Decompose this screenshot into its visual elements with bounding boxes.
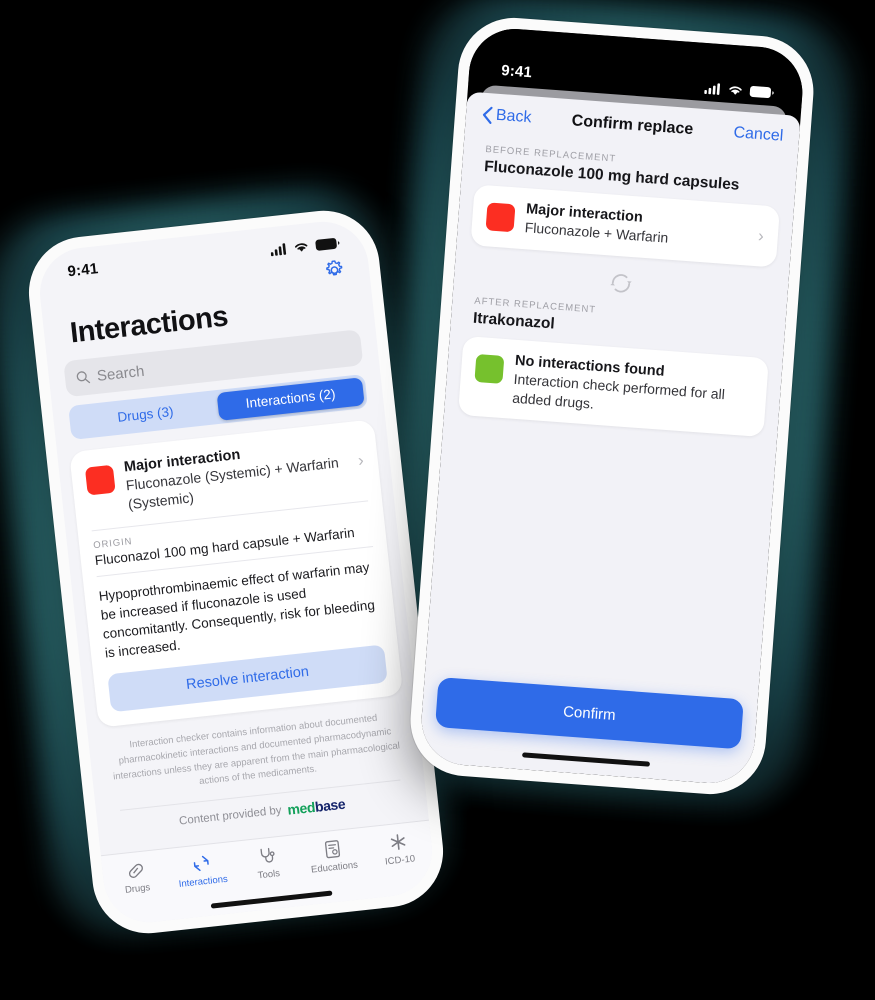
home-indicator [522,752,651,767]
pill-icon [128,863,143,878]
after-interaction-card: No interactions found Interaction check … [457,335,769,438]
medbase-logo: medbase [287,796,346,818]
tab-icd10[interactable]: ICD-10 [364,829,433,870]
tab-label: Tools [257,868,281,882]
chevron-left-icon [482,106,493,124]
logo-part-1: med [286,798,316,818]
back-button[interactable]: Back [481,106,532,128]
tab-label: ICD-10 [384,853,416,868]
chevron-right-icon[interactable]: › [357,451,365,471]
provided-by-label: Content provided by [178,804,283,828]
right-phone-screen: 9:41 Back Confirm replace Cancel BEFORE … [418,25,806,787]
severity-badge [485,202,516,233]
search-icon [76,371,91,384]
cancel-button[interactable]: Cancel [733,124,784,146]
confirm-button[interactable]: Confirm [435,677,744,750]
gear-icon[interactable] [323,259,346,282]
tab-label: Drugs [124,882,151,896]
asterisk-icon [390,834,406,850]
left-phone: 9:41 Interactions Search Drugs (3) Inter… [23,205,449,939]
interactions-arrows-icon [193,855,209,872]
tab-interactions[interactable]: Interactions [167,850,236,891]
screenshot-stage: 9:41 Interactions Search Drugs (3) Inter… [0,0,875,1000]
refresh-swap-icon [610,273,632,293]
search-placeholder: Search [96,362,146,385]
segment-drugs[interactable]: Drugs (3) [71,393,219,437]
tab-educations[interactable]: Educations [299,836,368,877]
certificate-icon [324,840,341,859]
tab-bar: Drugs Interactions Tools Educations ICD-… [100,819,437,927]
severity-badge [84,464,116,496]
chevron-right-icon[interactable]: › [757,226,765,246]
tab-drugs[interactable]: Drugs [102,857,171,898]
battery-icon [315,237,340,251]
wifi-icon [729,86,742,95]
confirm-replace-sheet: Back Confirm replace Cancel BEFORE REPLA… [418,91,801,787]
tab-label: Interactions [178,873,229,890]
tab-tools[interactable]: Tools [233,843,302,884]
left-phone-screen: 9:41 Interactions Search Drugs (3) Inter… [35,217,437,927]
status-time: 9:41 [66,260,100,281]
status-time: 9:41 [500,62,533,82]
wifi-icon [294,242,308,252]
stethoscope-icon [260,847,275,863]
severity-badge [474,353,505,384]
logo-part-2: base [314,795,346,815]
segment-interactions[interactable]: Interactions (2) [216,377,365,421]
sheet-title: Confirm replace [571,112,694,139]
signal-bars-icon [704,83,721,95]
tab-label: Educations [310,859,359,876]
right-phone: 9:41 Back Confirm replace Cancel BEFORE … [406,13,818,799]
battery-icon [749,85,774,99]
interaction-card[interactable]: Major interaction Fluconazole (Systemic)… [69,419,404,728]
signal-bars-icon [270,242,287,256]
back-label: Back [495,106,533,127]
